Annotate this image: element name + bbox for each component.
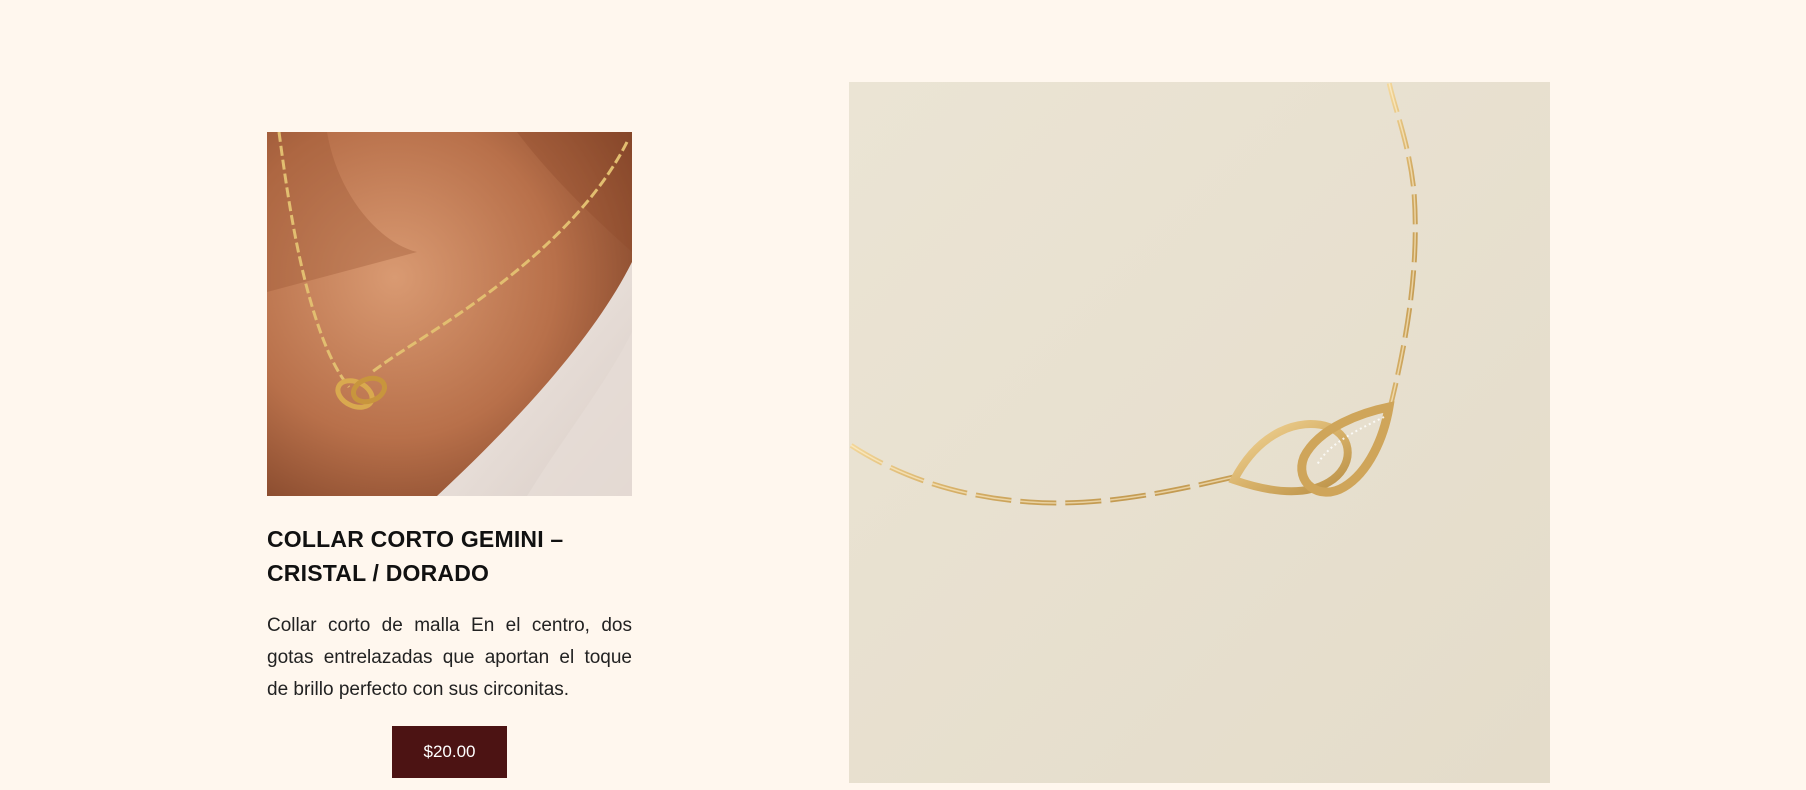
necklace-product-image[interactable]: [849, 82, 1550, 783]
product-description: Collar corto de malla En el centro, dos …: [267, 615, 632, 700]
product-title[interactable]: COLLAR CORTO GEMINI – CRISTAL / DORADO: [267, 522, 632, 590]
model-necklace-image[interactable]: [267, 132, 632, 496]
product-card: COLLAR CORTO GEMINI – CRISTAL / DORADO C…: [267, 132, 632, 778]
price-button[interactable]: $20.00: [392, 726, 507, 778]
